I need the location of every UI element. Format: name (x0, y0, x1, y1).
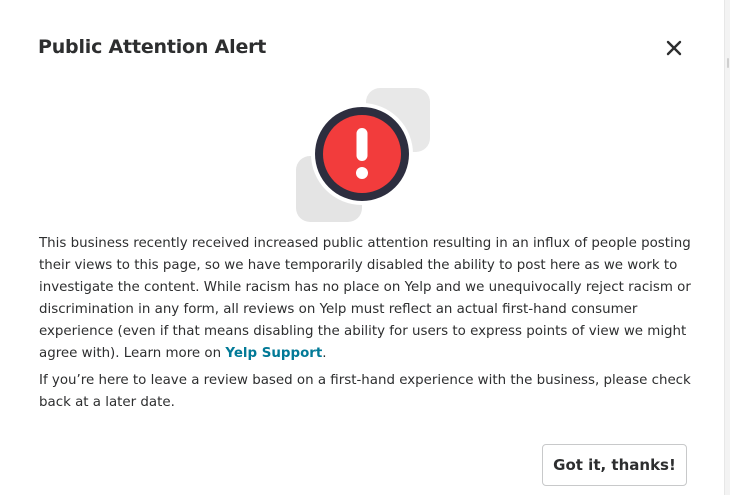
first-hand-paragraph: If you’re here to leave a review based o… (39, 373, 691, 410)
explanation-paragraph: This business recently received increase… (39, 233, 691, 365)
dialog-title: Public Attention Alert (38, 36, 267, 58)
alert-illustration (292, 86, 438, 226)
explanation-text: This business recently received increase… (39, 236, 691, 361)
public-attention-alert-dialog: Public Attention Alert This business rec… (0, 0, 724, 495)
explanation-trailing: . (322, 346, 327, 361)
scrollbar-mark (727, 58, 729, 68)
close-icon (666, 40, 682, 56)
close-button[interactable] (660, 34, 688, 62)
page-scrollbar-edge (724, 0, 730, 495)
exclamation-alert-icon (296, 88, 430, 222)
got-it-button[interactable]: Got it, thanks! (542, 444, 687, 486)
yelp-support-link[interactable]: Yelp Support (225, 346, 322, 361)
